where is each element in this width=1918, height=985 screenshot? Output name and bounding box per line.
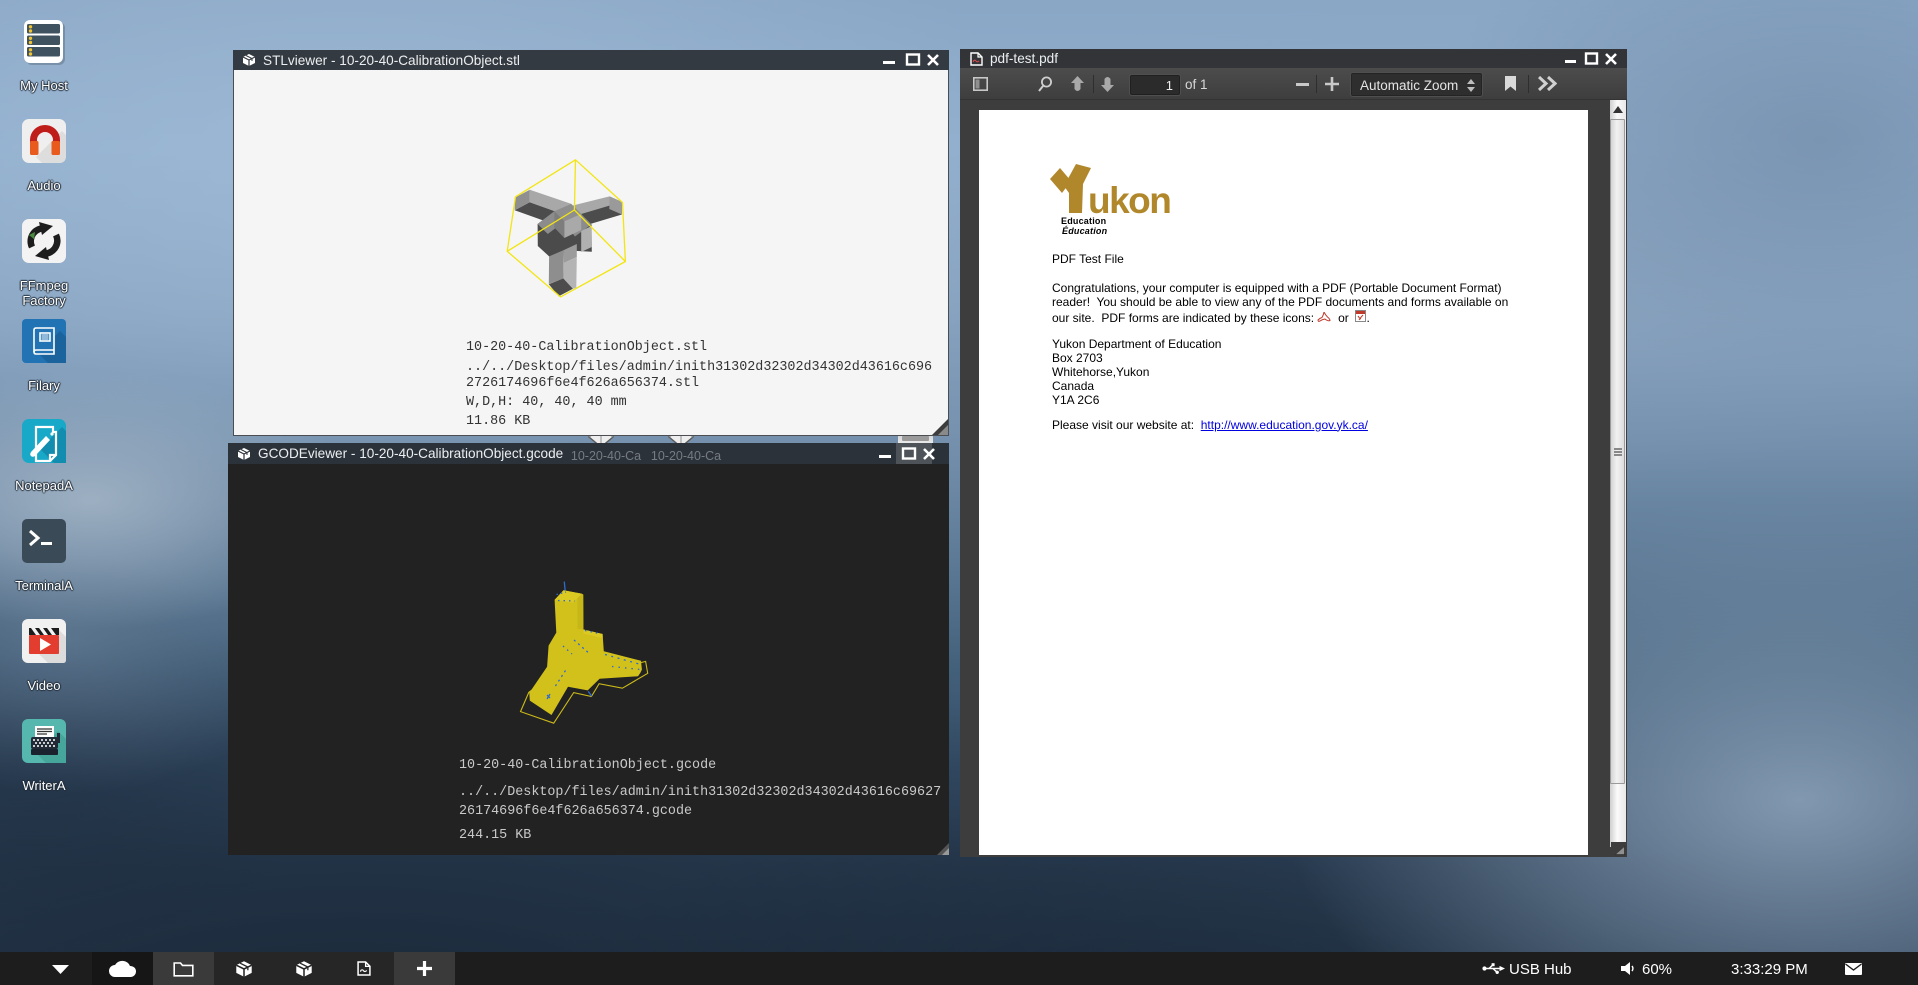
- svg-text:ukon: ukon: [1088, 180, 1170, 217]
